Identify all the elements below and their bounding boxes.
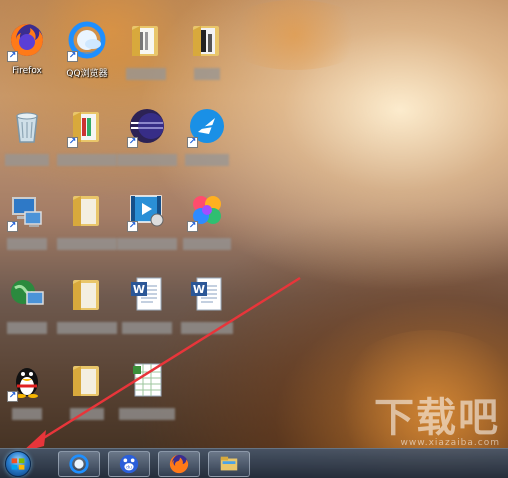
desktop-icon-folder[interactable] [177,18,237,94]
folder-icon [67,274,107,314]
folder-icon [67,190,107,230]
shortcut-arrow-icon: ↗ [67,51,78,62]
blurred-label [119,408,175,420]
shortcut-arrow-icon: ↗ [187,137,198,148]
desktop-icon-eclipse[interactable]: ↗ [117,104,177,180]
blurred-label [117,154,177,166]
blurred-label [126,68,166,80]
baidu-paw-icon: du [119,454,139,474]
desktop-icon-computer[interactable]: ↗ [0,188,57,264]
blurred-label [12,408,42,420]
firefox-icon: ↗ [7,20,47,62]
desktop-icon-recycle-bin[interactable] [0,104,57,180]
taskbar-item-file-explorer[interactable] [208,451,250,477]
desktop-icon-folder[interactable] [116,18,176,94]
shortcut-arrow-icon: ↗ [187,221,198,232]
file-explorer-icon [220,456,238,471]
svg-text:W: W [193,283,205,296]
qq-penguin-icon: ↗ [7,360,47,402]
desktop-icon-qq-browser[interactable]: ↗ QQ浏览器 [57,18,117,94]
folder-icon [67,360,107,400]
photos-icon: ↗ [187,190,227,232]
recycle-bin-icon [7,106,47,146]
word-document-icon: W [187,274,227,314]
desktop-icon-folder[interactable] [57,188,117,264]
blurred-label [183,238,231,250]
spreadsheet-icon [127,360,167,400]
word-document-icon: W [127,274,167,314]
blurred-label [194,68,220,80]
desktop-icon-word-document[interactable]: W [117,272,177,348]
desktop-icon-qq[interactable]: ↗ [0,358,57,434]
qq-browser-icon [69,454,89,474]
qq-browser-icon: ↗ [67,20,107,62]
shortcut-arrow-icon: ↗ [127,221,138,232]
shortcut-arrow-icon: ↗ [7,221,18,232]
blurred-label [117,238,177,250]
start-button[interactable] [2,450,34,478]
windows-start-orb-icon [5,451,31,477]
blurred-label [5,154,49,166]
blurred-label [185,154,229,166]
computer-icon: ↗ [7,190,47,232]
desktop-icon-photos[interactable]: ↗ [177,188,237,264]
desktop-icon-network[interactable] [0,272,57,348]
desktop-icon-firefox[interactable]: ↗ Firefox [0,18,57,94]
blurred-label [7,322,47,334]
watermark-logo-text: 下载吧 [374,395,500,441]
blurred-label [57,322,117,334]
network-icon [7,274,47,314]
blurred-label [122,322,172,334]
desktop-icon-video-player[interactable]: ↗ [117,188,177,264]
blurred-label [7,238,47,250]
desktop-icon-feishu[interactable]: ↗ [177,104,237,180]
folder-icon [126,20,166,60]
folder-icon: ↗ [67,106,107,148]
blurred-label [57,238,117,250]
eclipse-icon: ↗ [127,106,167,148]
desktop-icon-label: Firefox [12,66,42,76]
baidu-logo-text: du [126,465,132,471]
taskbar-item-qq-browser[interactable] [58,451,100,477]
blurred-label [57,154,117,166]
taskbar-item-baidu[interactable]: du [108,451,150,477]
taskbar-item-firefox[interactable] [158,451,200,477]
desktop-icon-label: QQ浏览器 [66,69,108,79]
foliage-glow [220,0,370,70]
firefox-icon [169,454,189,474]
svg-text:W: W [133,283,145,296]
blurred-label [181,322,233,334]
folder-icon [187,20,227,60]
video-player-icon: ↗ [127,190,167,232]
desktop-icon-spreadsheet[interactable] [117,358,177,434]
blurred-label [70,408,104,420]
shortcut-arrow-icon: ↗ [67,137,78,148]
watermark: 下载吧 www.xiazaiba.com [374,398,500,448]
desktop-icon-folder[interactable]: ↗ [57,104,117,180]
shortcut-arrow-icon: ↗ [7,391,18,402]
shortcut-arrow-icon: ↗ [127,137,138,148]
feishu-icon: ↗ [187,106,227,148]
watermark-url: www.xiazaiba.com [400,438,500,448]
desktop-icon-word-document[interactable]: W [177,272,237,348]
desktop-icon-folder[interactable] [57,358,117,434]
shortcut-arrow-icon: ↗ [7,51,18,62]
desktop-icon-folder[interactable] [57,272,117,348]
